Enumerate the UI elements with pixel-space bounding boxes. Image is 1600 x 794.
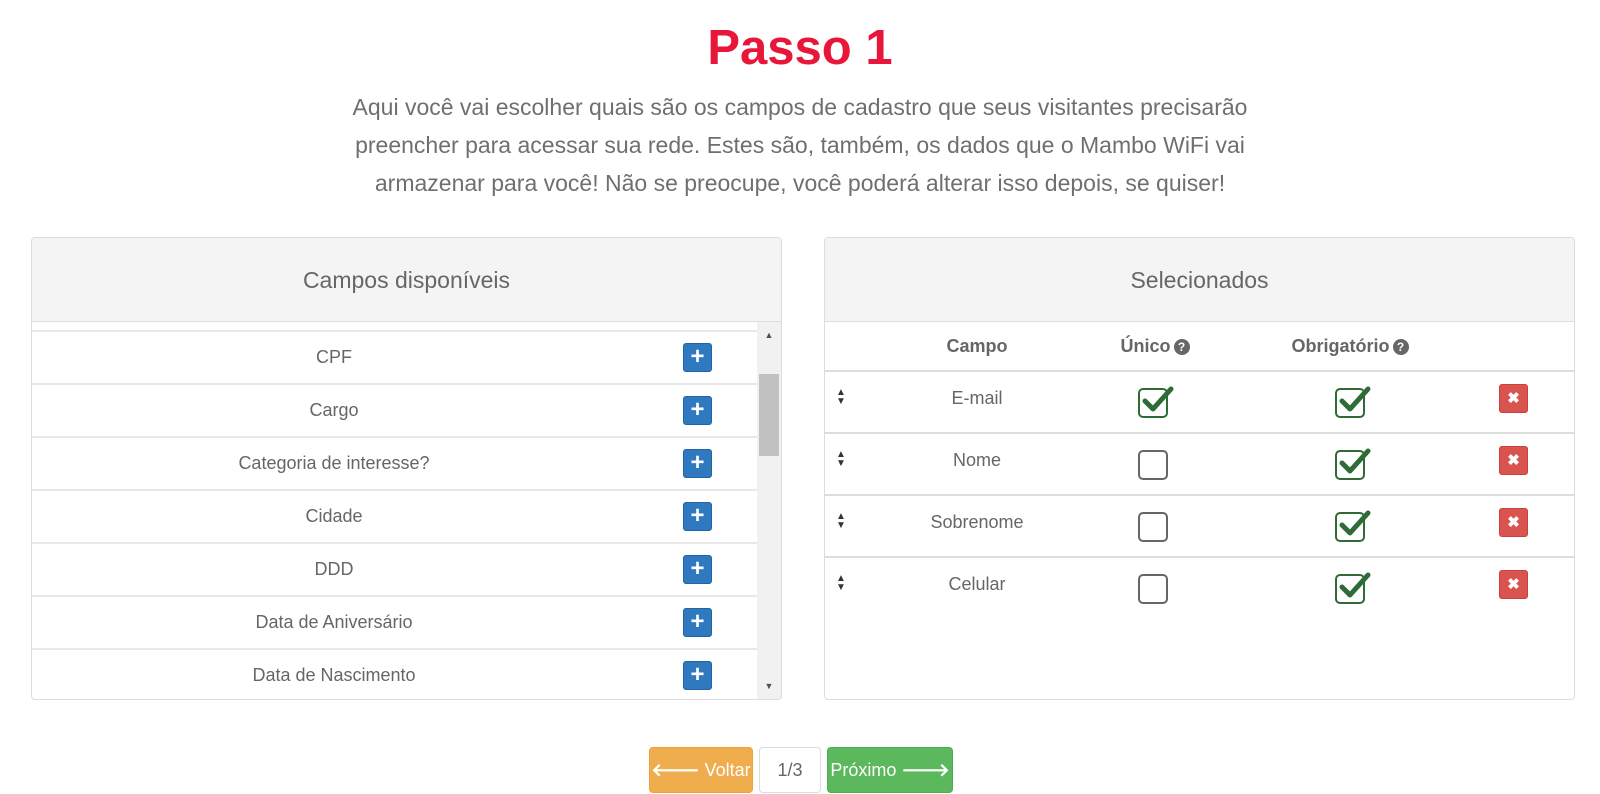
column-obrigatorio: Obrigatório? [1265, 322, 1435, 370]
obrigatorio-checkbox[interactable] [1335, 510, 1371, 542]
scroll-up-arrow-icon[interactable]: ▲ [757, 326, 781, 344]
plus-icon: + [690, 502, 705, 529]
available-field-item: CPF + [32, 330, 759, 383]
table-row: ▲ ▼ Celular ✖ [825, 558, 1574, 620]
field-name: Celular [948, 574, 1006, 594]
add-field-button[interactable]: + [683, 396, 712, 425]
plus-icon: + [690, 396, 705, 423]
arrow-left-icon: 🡐 [651, 760, 700, 780]
add-field-button[interactable]: + [683, 555, 712, 584]
arrow-right-icon: 🡒 [901, 760, 950, 780]
remove-field-button[interactable]: ✖ [1499, 384, 1528, 413]
table-row: ▲ ▼ Nome ✖ [825, 434, 1574, 496]
available-field-label: Data de Nascimento [252, 665, 416, 685]
scroll-thumb[interactable] [759, 374, 779, 456]
available-field-item: Data de Aniversário + [32, 595, 759, 648]
selected-fields-header: Selecionados [825, 238, 1574, 322]
question-circle-icon[interactable]: ? [1392, 339, 1409, 355]
column-obrigatorio-label: Obrigatório [1291, 336, 1390, 356]
available-field-label: Cargo [309, 400, 359, 420]
add-field-button[interactable]: + [683, 502, 712, 531]
available-fields-panel: Campos disponíveis CPF + Cargo + Categor… [31, 237, 782, 700]
field-name: E-mail [951, 388, 1003, 408]
available-field-label: CPF [316, 347, 352, 367]
page-title: Passo 1 [707, 21, 893, 75]
plus-icon: + [690, 661, 705, 688]
unico-checkbox[interactable] [1138, 450, 1168, 480]
sort-icon[interactable]: ▲ ▼ [833, 512, 849, 532]
back-button-label: Voltar [704, 760, 751, 780]
close-icon: ✖ [1507, 452, 1520, 469]
field-name: Nome [952, 450, 1001, 470]
scroll-down-arrow-icon[interactable]: ▼ [757, 677, 781, 695]
add-field-button[interactable]: + [683, 661, 712, 690]
obrigatorio-checkbox[interactable] [1335, 386, 1371, 418]
check-icon [1339, 572, 1371, 598]
available-field-label: Data de Aniversário [255, 612, 413, 632]
obrigatorio-checkbox[interactable] [1335, 448, 1371, 480]
check-icon [1339, 448, 1371, 474]
selected-fields-panel: Selecionados Campo Único? Obrigatório? ▲… [824, 237, 1575, 700]
unico-checkbox[interactable] [1138, 574, 1168, 604]
available-field-label: Categoria de interesse? [238, 453, 430, 473]
table-row: ▲ ▼ Sobrenome ✖ [825, 496, 1574, 558]
available-field-item: Cargo + [32, 383, 759, 436]
obrigatorio-checkbox[interactable] [1335, 572, 1371, 604]
close-icon: ✖ [1507, 576, 1520, 593]
check-icon [1339, 386, 1371, 412]
available-field-label: DDD [314, 559, 354, 579]
close-icon: ✖ [1507, 514, 1520, 531]
column-unico-label: Único [1120, 336, 1171, 356]
available-fields-list[interactable]: CPF + Cargo + Categoria de interesse? + … [32, 322, 759, 699]
column-unico: Único? [1075, 322, 1235, 370]
available-field-label: Cidade [305, 506, 363, 526]
question-circle-icon[interactable]: ? [1173, 339, 1190, 355]
remove-field-button[interactable]: ✖ [1499, 508, 1528, 537]
plus-icon: + [690, 343, 705, 370]
remove-field-button[interactable]: ✖ [1499, 570, 1528, 599]
sort-icon[interactable]: ▲ ▼ [833, 574, 849, 594]
plus-icon: + [690, 555, 705, 582]
add-field-button[interactable]: + [683, 449, 712, 478]
sort-icon[interactable]: ▲ ▼ [833, 450, 849, 470]
unico-checkbox[interactable] [1138, 386, 1174, 418]
next-button[interactable]: Próximo 🡒 [827, 747, 953, 793]
plus-icon: + [690, 449, 705, 476]
available-fields-header: Campos disponíveis [32, 238, 781, 322]
close-icon: ✖ [1507, 390, 1520, 407]
add-field-button[interactable]: + [683, 343, 712, 372]
list-scrollbar[interactable]: ▲ ▼ [757, 322, 781, 699]
back-button[interactable]: 🡐 Voltar [649, 747, 753, 793]
available-field-item: DDD + [32, 542, 759, 595]
remove-field-button[interactable]: ✖ [1499, 446, 1528, 475]
intro-text: Aqui você vai escolher quais são os camp… [352, 94, 1248, 196]
unico-checkbox[interactable] [1138, 512, 1168, 542]
plus-icon: + [690, 608, 705, 635]
available-field-item: Categoria de interesse? + [32, 436, 759, 489]
available-field-item: Data de Nascimento + [32, 648, 759, 699]
available-field-item: Cidade + [32, 489, 759, 542]
page-indicator: 1/3 [759, 747, 821, 793]
sort-icon[interactable]: ▲ ▼ [833, 388, 849, 408]
add-field-button[interactable]: + [683, 608, 712, 637]
check-icon [1142, 386, 1174, 412]
column-campo: Campo [946, 336, 1008, 356]
field-name: Sobrenome [930, 512, 1024, 532]
selected-table-header: Campo Único? Obrigatório? [825, 322, 1574, 372]
check-icon [1339, 510, 1371, 536]
table-row: ▲ ▼ E-mail ✖ [825, 372, 1574, 434]
next-button-label: Próximo [830, 760, 897, 780]
